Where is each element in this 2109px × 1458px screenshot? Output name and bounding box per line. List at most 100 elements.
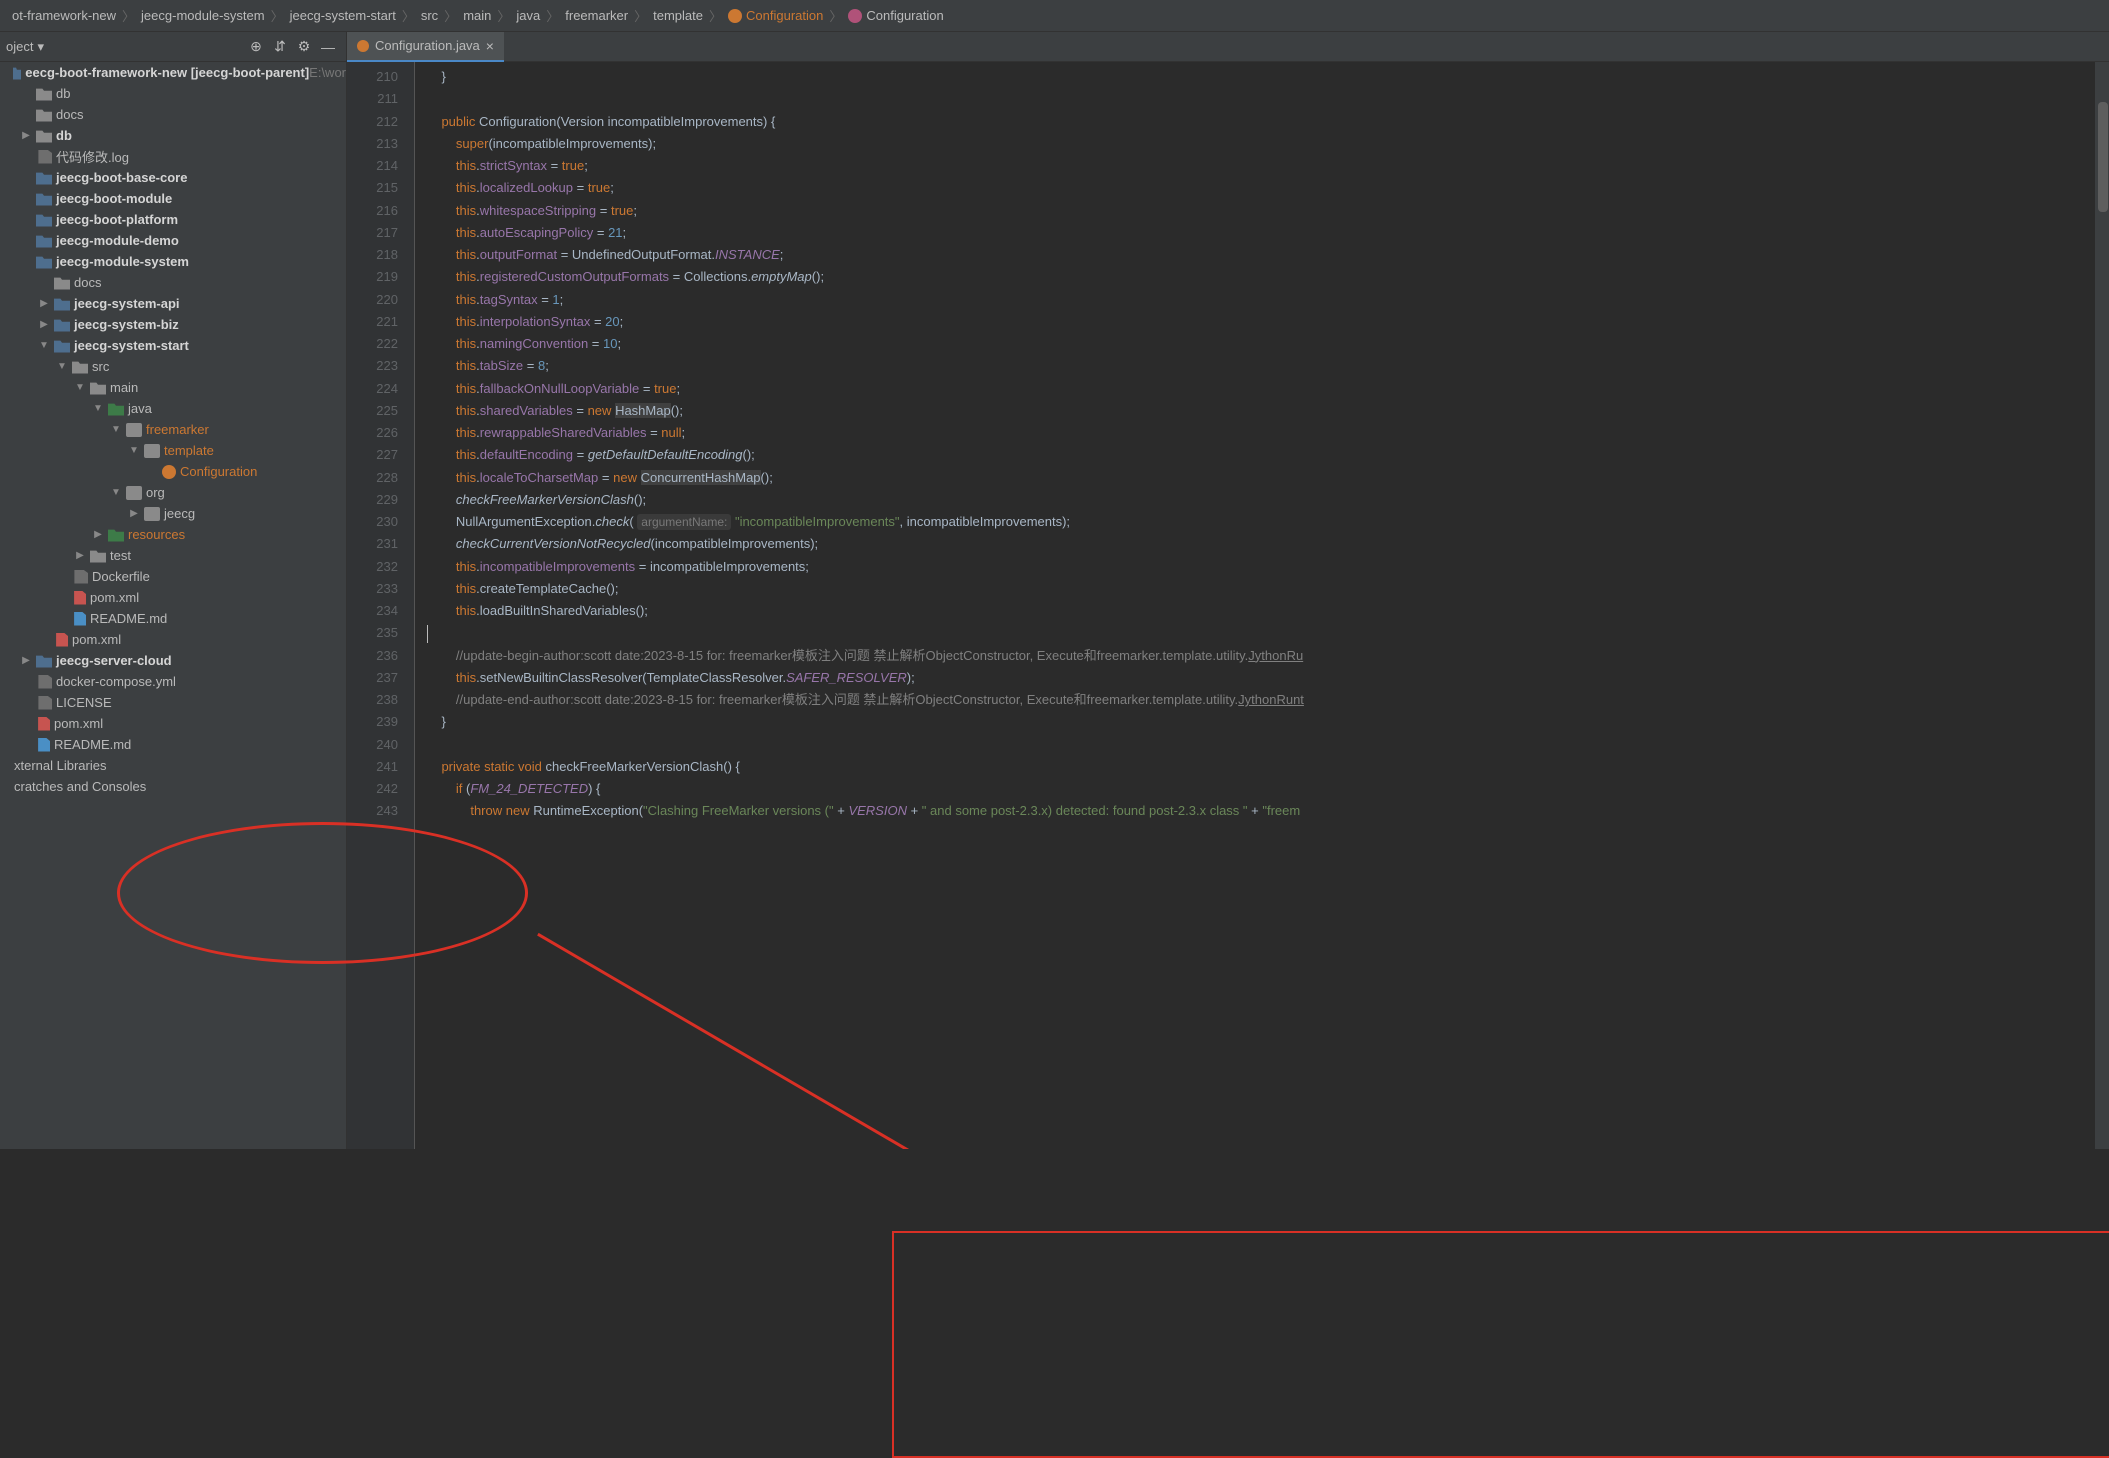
- project-tree[interactable]: eecg-boot-framework-new [jeecg-boot-pare…: [0, 62, 346, 1149]
- code-line[interactable]: NullArgumentException.check( argumentNam…: [427, 511, 2109, 533]
- tree-twisty[interactable]: ▼: [38, 340, 50, 351]
- code-line[interactable]: this.tagSyntax = 1;: [427, 289, 2109, 311]
- line-number[interactable]: 225: [353, 400, 398, 422]
- close-icon[interactable]: ×: [486, 38, 494, 54]
- tree-node[interactable]: pom.xml: [0, 713, 346, 734]
- line-number[interactable]: 228: [353, 467, 398, 489]
- tree-node[interactable]: db: [0, 83, 346, 104]
- line-number[interactable]: 239: [353, 711, 398, 733]
- code-line[interactable]: this.tabSize = 8;: [427, 355, 2109, 377]
- code-line[interactable]: [427, 734, 2109, 756]
- line-number[interactable]: 223: [353, 355, 398, 377]
- line-number[interactable]: 240: [353, 734, 398, 756]
- tree-node[interactable]: LICENSE: [0, 692, 346, 713]
- tree-twisty[interactable]: ▼: [56, 361, 68, 372]
- line-number[interactable]: 212: [353, 111, 398, 133]
- line-number[interactable]: 222: [353, 333, 398, 355]
- line-number[interactable]: 232: [353, 556, 398, 578]
- line-number[interactable]: 242: [353, 778, 398, 800]
- code-line[interactable]: this.rewrappableSharedVariables = null;: [427, 422, 2109, 444]
- tree-twisty[interactable]: ▼: [110, 487, 122, 498]
- code-line[interactable]: }: [427, 66, 2109, 88]
- breadcrumb-item[interactable]: src: [417, 8, 442, 23]
- scrollbar-thumb[interactable]: [2098, 102, 2108, 212]
- tree-node[interactable]: ▶jeecg-system-api: [0, 293, 346, 314]
- tree-node[interactable]: ▶jeecg: [0, 503, 346, 524]
- gear-icon[interactable]: ⚙: [294, 37, 314, 57]
- tree-node[interactable]: jeecg-boot-base-core: [0, 167, 346, 188]
- tree-node[interactable]: eecg-boot-framework-new [jeecg-boot-pare…: [0, 62, 346, 83]
- tree-node[interactable]: ▼java: [0, 398, 346, 419]
- breadcrumb-item[interactable]: java: [512, 8, 544, 23]
- code-line[interactable]: this.setNewBuiltinClassResolver(Template…: [427, 667, 2109, 689]
- code-line[interactable]: this.namingConvention = 10;: [427, 333, 2109, 355]
- tree-twisty[interactable]: ▼: [92, 403, 104, 414]
- tree-twisty[interactable]: ▼: [128, 445, 140, 456]
- tree-node[interactable]: docs: [0, 104, 346, 125]
- line-number[interactable]: 217: [353, 222, 398, 244]
- tree-node[interactable]: xternal Libraries: [0, 755, 346, 776]
- tree-node[interactable]: ▶test: [0, 545, 346, 566]
- tree-twisty[interactable]: ▶: [20, 655, 32, 666]
- line-number[interactable]: 234: [353, 600, 398, 622]
- tree-node[interactable]: jeecg-boot-module: [0, 188, 346, 209]
- expand-icon[interactable]: ⇵: [270, 37, 290, 57]
- line-number[interactable]: 224: [353, 378, 398, 400]
- breadcrumb-item[interactable]: jeecg-system-start: [286, 8, 400, 23]
- breadcrumb-item[interactable]: jeecg-module-system: [137, 8, 269, 23]
- tree-node[interactable]: ▶jeecg-system-biz: [0, 314, 346, 335]
- line-number[interactable]: 218: [353, 244, 398, 266]
- tab-configuration[interactable]: Configuration.java ×: [347, 32, 504, 62]
- code-line[interactable]: this.registeredCustomOutputFormats = Col…: [427, 266, 2109, 288]
- line-number[interactable]: 211: [353, 88, 398, 110]
- code-line[interactable]: this.localeToCharsetMap = new Concurrent…: [427, 467, 2109, 489]
- code-line[interactable]: throw new RuntimeException("Clashing Fre…: [427, 800, 2109, 822]
- gutter[interactable]: 2102112122132142152162172182192202212222…: [347, 62, 415, 1149]
- scrollbar-track[interactable]: [2095, 62, 2109, 1149]
- line-number[interactable]: 238: [353, 689, 398, 711]
- tree-node[interactable]: cratches and Consoles: [0, 776, 346, 797]
- tree-node[interactable]: README.md: [0, 734, 346, 755]
- tree-node[interactable]: docs: [0, 272, 346, 293]
- code-line[interactable]: [427, 88, 2109, 110]
- code-content[interactable]: } public Configuration(Version incompati…: [415, 62, 2109, 1149]
- tree-twisty[interactable]: ▶: [74, 550, 86, 561]
- tree-node[interactable]: jeecg-module-demo: [0, 230, 346, 251]
- tree-node[interactable]: ▶resources: [0, 524, 346, 545]
- code-line[interactable]: checkCurrentVersionNotRecycled(incompati…: [427, 533, 2109, 555]
- line-number[interactable]: 213: [353, 133, 398, 155]
- tree-node[interactable]: ▼main: [0, 377, 346, 398]
- line-number[interactable]: 210: [353, 66, 398, 88]
- code-line[interactable]: this.strictSyntax = true;: [427, 155, 2109, 177]
- line-number[interactable]: 235: [353, 622, 398, 644]
- code-line[interactable]: //update-begin-author:scott date:2023-8-…: [427, 645, 2109, 667]
- line-number[interactable]: 221: [353, 311, 398, 333]
- code-line[interactable]: this.incompatibleImprovements = incompat…: [427, 556, 2109, 578]
- code-line[interactable]: this.interpolationSyntax = 20;: [427, 311, 2109, 333]
- tree-twisty[interactable]: ▶: [92, 529, 104, 540]
- line-number[interactable]: 226: [353, 422, 398, 444]
- tree-twisty[interactable]: ▼: [110, 424, 122, 435]
- breadcrumb-item[interactable]: ot-framework-new: [8, 8, 120, 23]
- tree-node[interactable]: Configuration: [0, 461, 346, 482]
- tree-node[interactable]: 代码修改.log: [0, 146, 346, 167]
- breadcrumb-item[interactable]: main: [459, 8, 495, 23]
- code-line[interactable]: this.outputFormat = UndefinedOutputForma…: [427, 244, 2109, 266]
- line-number[interactable]: 236: [353, 645, 398, 667]
- code-line[interactable]: //update-end-author:scott date:2023-8-15…: [427, 689, 2109, 711]
- line-number[interactable]: 227: [353, 444, 398, 466]
- code-line[interactable]: super(incompatibleImprovements);: [427, 133, 2109, 155]
- tree-node[interactable]: pom.xml: [0, 629, 346, 650]
- breadcrumb-item[interactable]: template: [649, 8, 707, 23]
- minimize-icon[interactable]: —: [318, 37, 338, 57]
- breadcrumb-item[interactable]: Configuration: [724, 8, 827, 23]
- project-dropdown[interactable]: oject ▾: [6, 39, 44, 55]
- code-line[interactable]: this.whitespaceStripping = true;: [427, 200, 2109, 222]
- code-line[interactable]: }: [427, 711, 2109, 733]
- line-number[interactable]: 219: [353, 266, 398, 288]
- tree-node[interactable]: ▼template: [0, 440, 346, 461]
- line-number[interactable]: 241: [353, 756, 398, 778]
- code-line[interactable]: if (FM_24_DETECTED) {: [427, 778, 2109, 800]
- line-number[interactable]: 214: [353, 155, 398, 177]
- tree-node[interactable]: ▼org: [0, 482, 346, 503]
